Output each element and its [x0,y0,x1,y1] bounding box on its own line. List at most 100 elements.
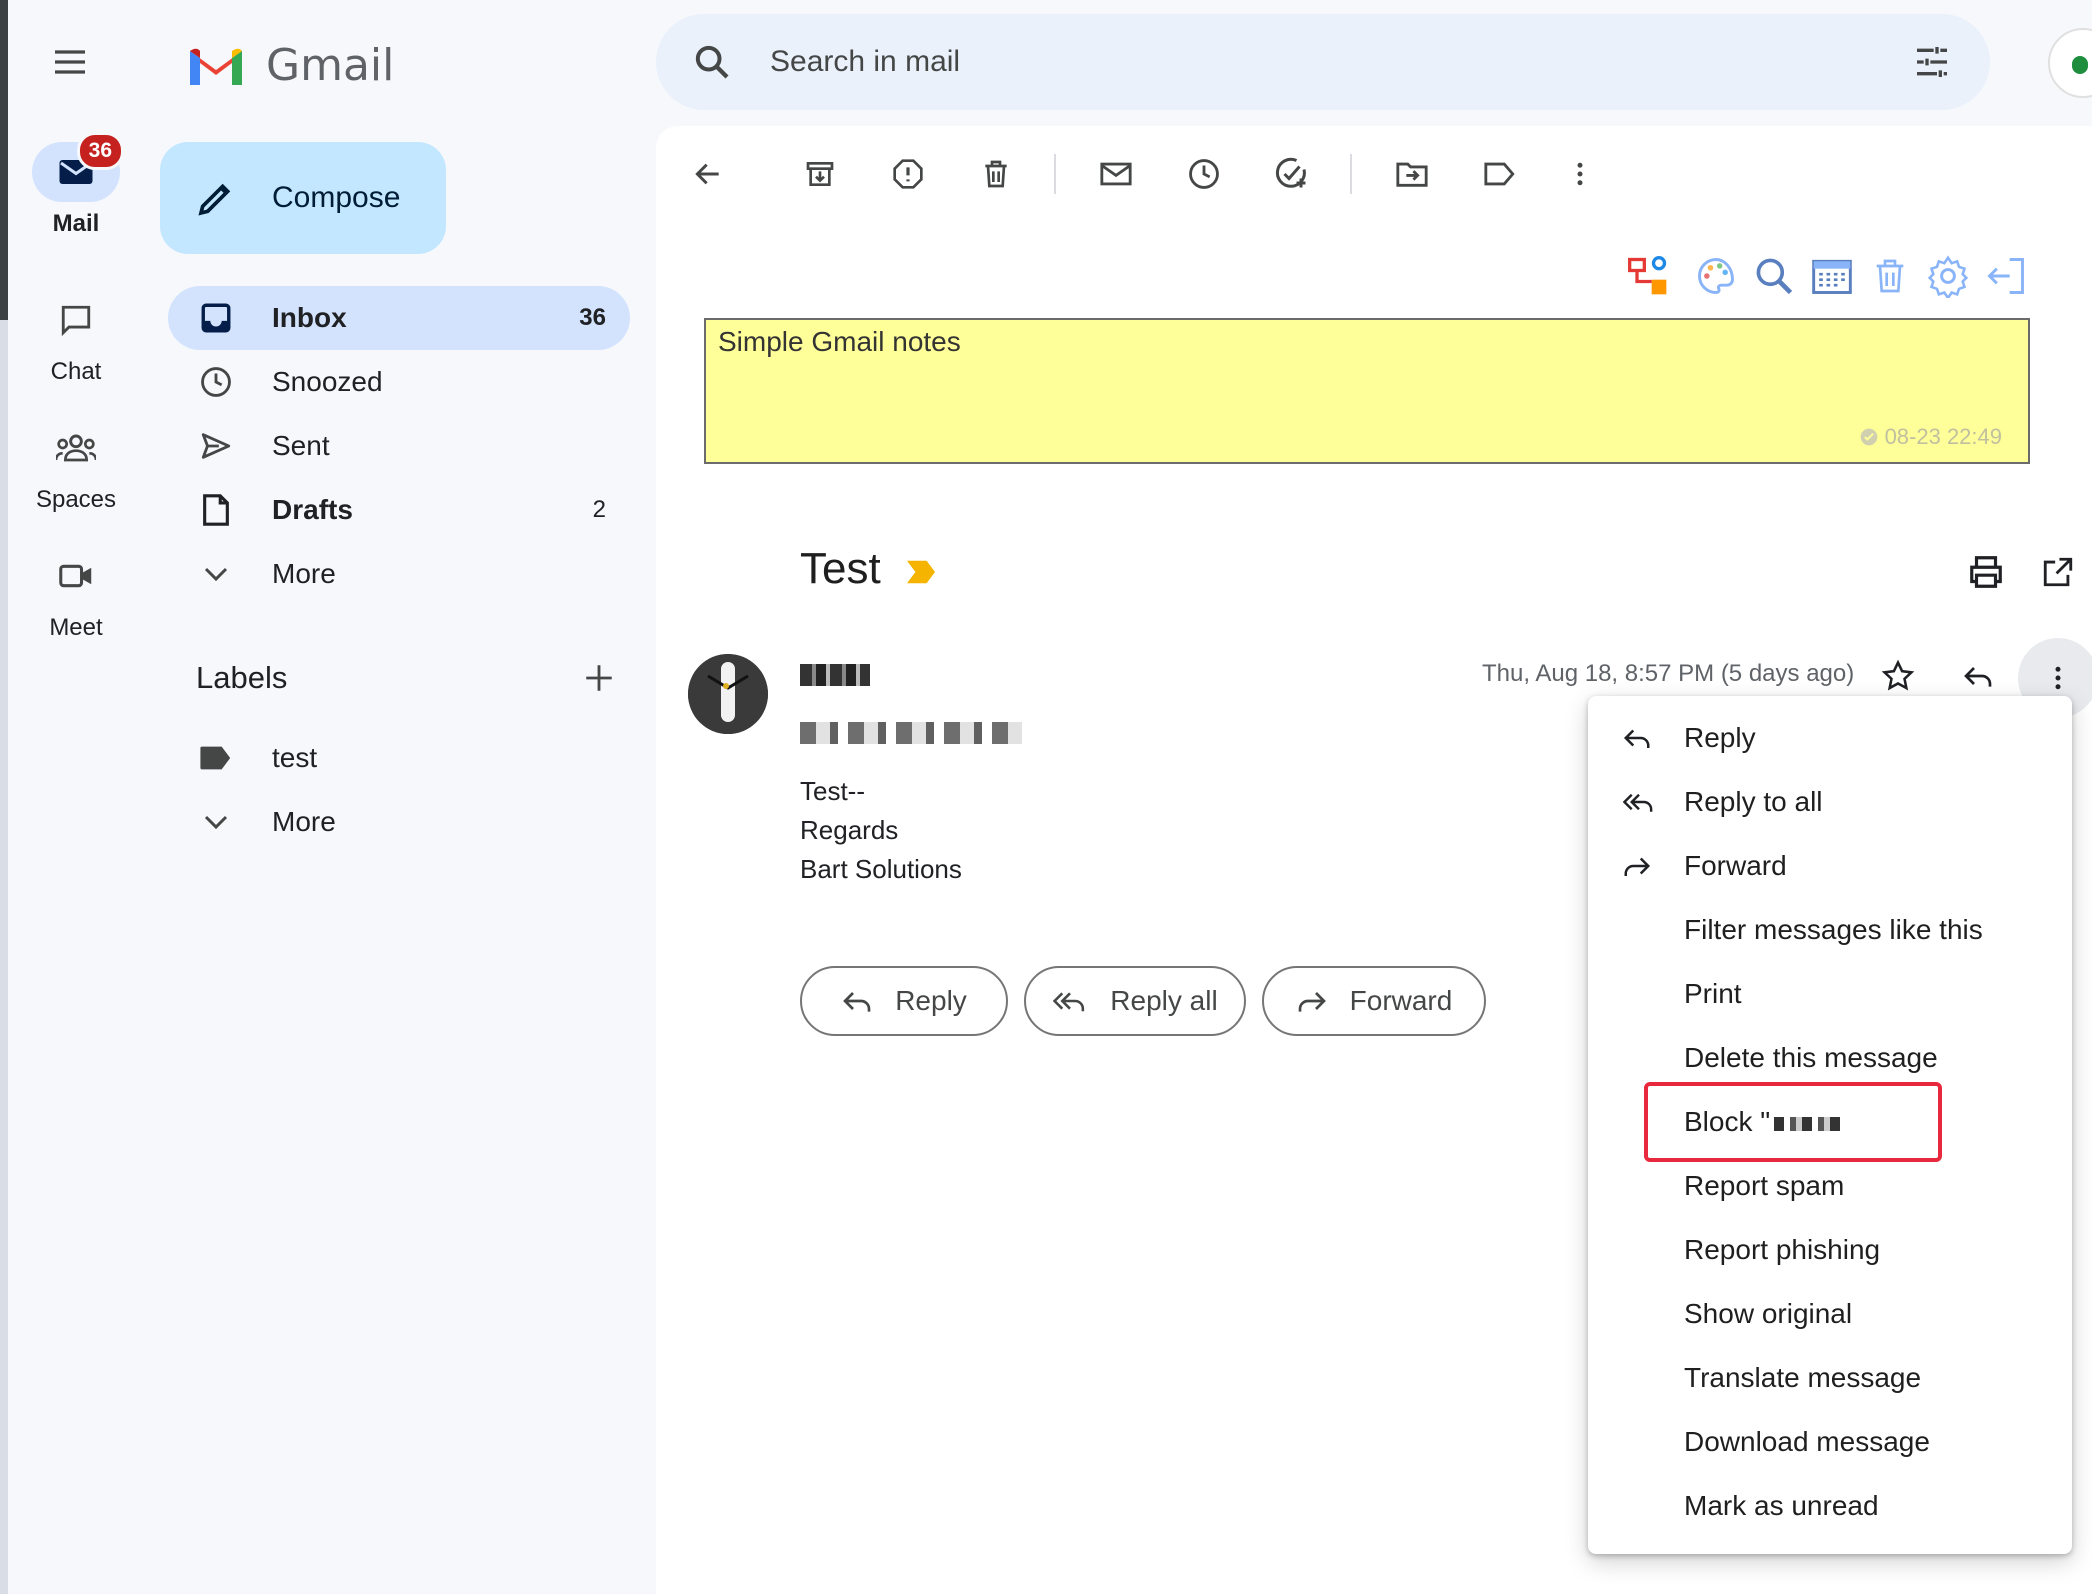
print-all-button[interactable] [1962,548,2010,596]
labels-title: Labels [196,660,288,695]
email-subject: Test [800,544,881,593]
sender-name-redacted [800,664,870,686]
labels-more[interactable]: More [168,790,630,854]
menu-item-label: Forward [1684,850,1787,881]
window-edge [0,0,8,1594]
compose-button[interactable]: Compose [160,142,446,254]
forward-icon [1624,857,1651,876]
spaces-icon [56,434,96,462]
nav-item-snoozed[interactable]: Snoozed [168,350,630,414]
app-rail [8,0,144,1594]
label-icon [200,746,231,770]
report-spam-button[interactable] [884,150,932,198]
rail-chat[interactable]: Chat [8,290,144,386]
back-button[interactable] [684,150,732,198]
important-marker-icon[interactable] [904,558,938,586]
menu-item-reply-all[interactable]: Reply to all [1588,770,2072,834]
notes-timestamp: 08-23 22:49 [1859,424,2002,450]
calendar-icon[interactable] [1808,252,1856,300]
rail-meet[interactable]: Meet [8,546,144,642]
menu-item-label: Reply to all [1684,786,1823,817]
menu-item-download[interactable]: Download message [1588,1410,2072,1474]
menu-item-filter[interactable]: Filter messages like this [1588,898,2072,962]
move-folder-icon [1396,162,1428,187]
menu-item-label: Show original [1684,1298,1853,1329]
search-icon[interactable] [692,42,732,82]
menu-item-show-original[interactable]: Show original [1588,1282,2072,1346]
main-menu-icon[interactable] [50,42,102,82]
reply-all-icon [1053,992,1085,1012]
pencil-icon [198,183,231,216]
rail-spaces[interactable]: Spaces [8,418,144,514]
menu-item-label: Mark as unread [1684,1490,1879,1521]
notes-logout-icon[interactable] [1982,252,2030,300]
simple-gmail-notes[interactable]: Simple Gmail notes 08-23 22:49 [704,318,2030,464]
search-input[interactable]: Search in mail [770,45,1912,79]
menu-item-report-phishing[interactable]: Report phishing [1588,1218,2072,1282]
reply-all-label: Reply all [1110,985,1218,1016]
compose-label: Compose [272,181,401,214]
nav-item-inbox[interactable]: Inbox 36 [168,286,630,350]
status-indicator[interactable] [2048,28,2092,98]
sender-avatar[interactable] [688,654,768,734]
notes-settings-icon[interactable] [1924,252,1972,300]
menu-item-label: Reply [1684,722,1756,753]
open-new-window-button[interactable] [2034,548,2082,596]
nav-item-sent[interactable]: Sent [168,414,630,478]
inbox-icon [201,303,231,333]
menu-item-label: Report spam [1684,1170,1845,1201]
mark-unread-button[interactable] [1092,150,1140,198]
notes-delete-icon[interactable] [1866,252,1914,300]
nav-label: More [272,558,336,589]
rail-label: Meet [49,614,103,641]
delete-button[interactable] [972,150,1020,198]
menu-item-reply[interactable]: Reply [1588,706,2072,770]
spam-icon [893,159,923,189]
nav-count: 36 [579,304,606,331]
menu-item-print[interactable]: Print [1588,962,2072,1026]
notes-text[interactable]: Simple Gmail notes [718,326,961,358]
check-circle-icon [1860,428,1877,446]
move-to-button[interactable] [1388,150,1436,198]
label-item-test[interactable]: test [168,726,630,790]
archive-icon [806,162,834,186]
rail-label: Chat [50,358,102,385]
archive-button[interactable] [796,150,844,198]
snooze-button[interactable] [1180,150,1228,198]
menu-item-delete[interactable]: Delete this message [1588,1026,2072,1090]
add-task-button[interactable] [1268,150,1316,198]
notes-search-icon[interactable] [1750,252,1798,300]
nav-item-drafts[interactable]: Drafts 2 [168,478,630,542]
star-button[interactable] [1874,652,1922,700]
add-label-icon[interactable] [582,661,616,695]
open-external-icon [2043,557,2073,587]
reply-button[interactable]: Reply [800,966,1008,1036]
menu-item-mark-unread[interactable]: Mark as unread [1588,1474,2072,1538]
labels-header: Labels [196,660,616,696]
mail-outline-icon [1100,162,1132,186]
nav-label: Sent [272,430,330,461]
reply-header-button[interactable] [1954,652,2002,700]
search-bar[interactable]: Search in mail [656,14,1990,110]
labels-button[interactable] [1476,150,1524,198]
reply-all-button[interactable]: Reply all [1024,966,1246,1036]
nav-item-more[interactable]: More [168,542,630,606]
more-actions-button[interactable] [1556,150,1604,198]
rail-mail[interactable]: 36 Mail [8,132,144,238]
palette-icon[interactable] [1692,252,1740,300]
menu-item-label: Print [1684,978,1742,1009]
gmail-logo[interactable]: Gmail [186,40,394,91]
menu-item-translate[interactable]: Translate message [1588,1346,2072,1410]
clock-icon [201,367,231,397]
nav-label: Snoozed [272,366,383,397]
forward-button[interactable]: Forward [1262,966,1486,1036]
menu-item-report-spam[interactable]: Report spam [1588,1154,2072,1218]
email-body-line: Test-- [800,776,865,806]
notes-share-icon[interactable] [1624,252,1672,300]
menu-item-block[interactable]: Block " [1588,1090,2072,1154]
search-options-icon[interactable] [1912,42,1952,82]
app-name: Gmail [266,40,395,91]
menu-item-forward[interactable]: Forward [1588,834,2072,898]
nav-label: Inbox [272,302,347,333]
menu-item-label: Report phishing [1684,1234,1881,1265]
